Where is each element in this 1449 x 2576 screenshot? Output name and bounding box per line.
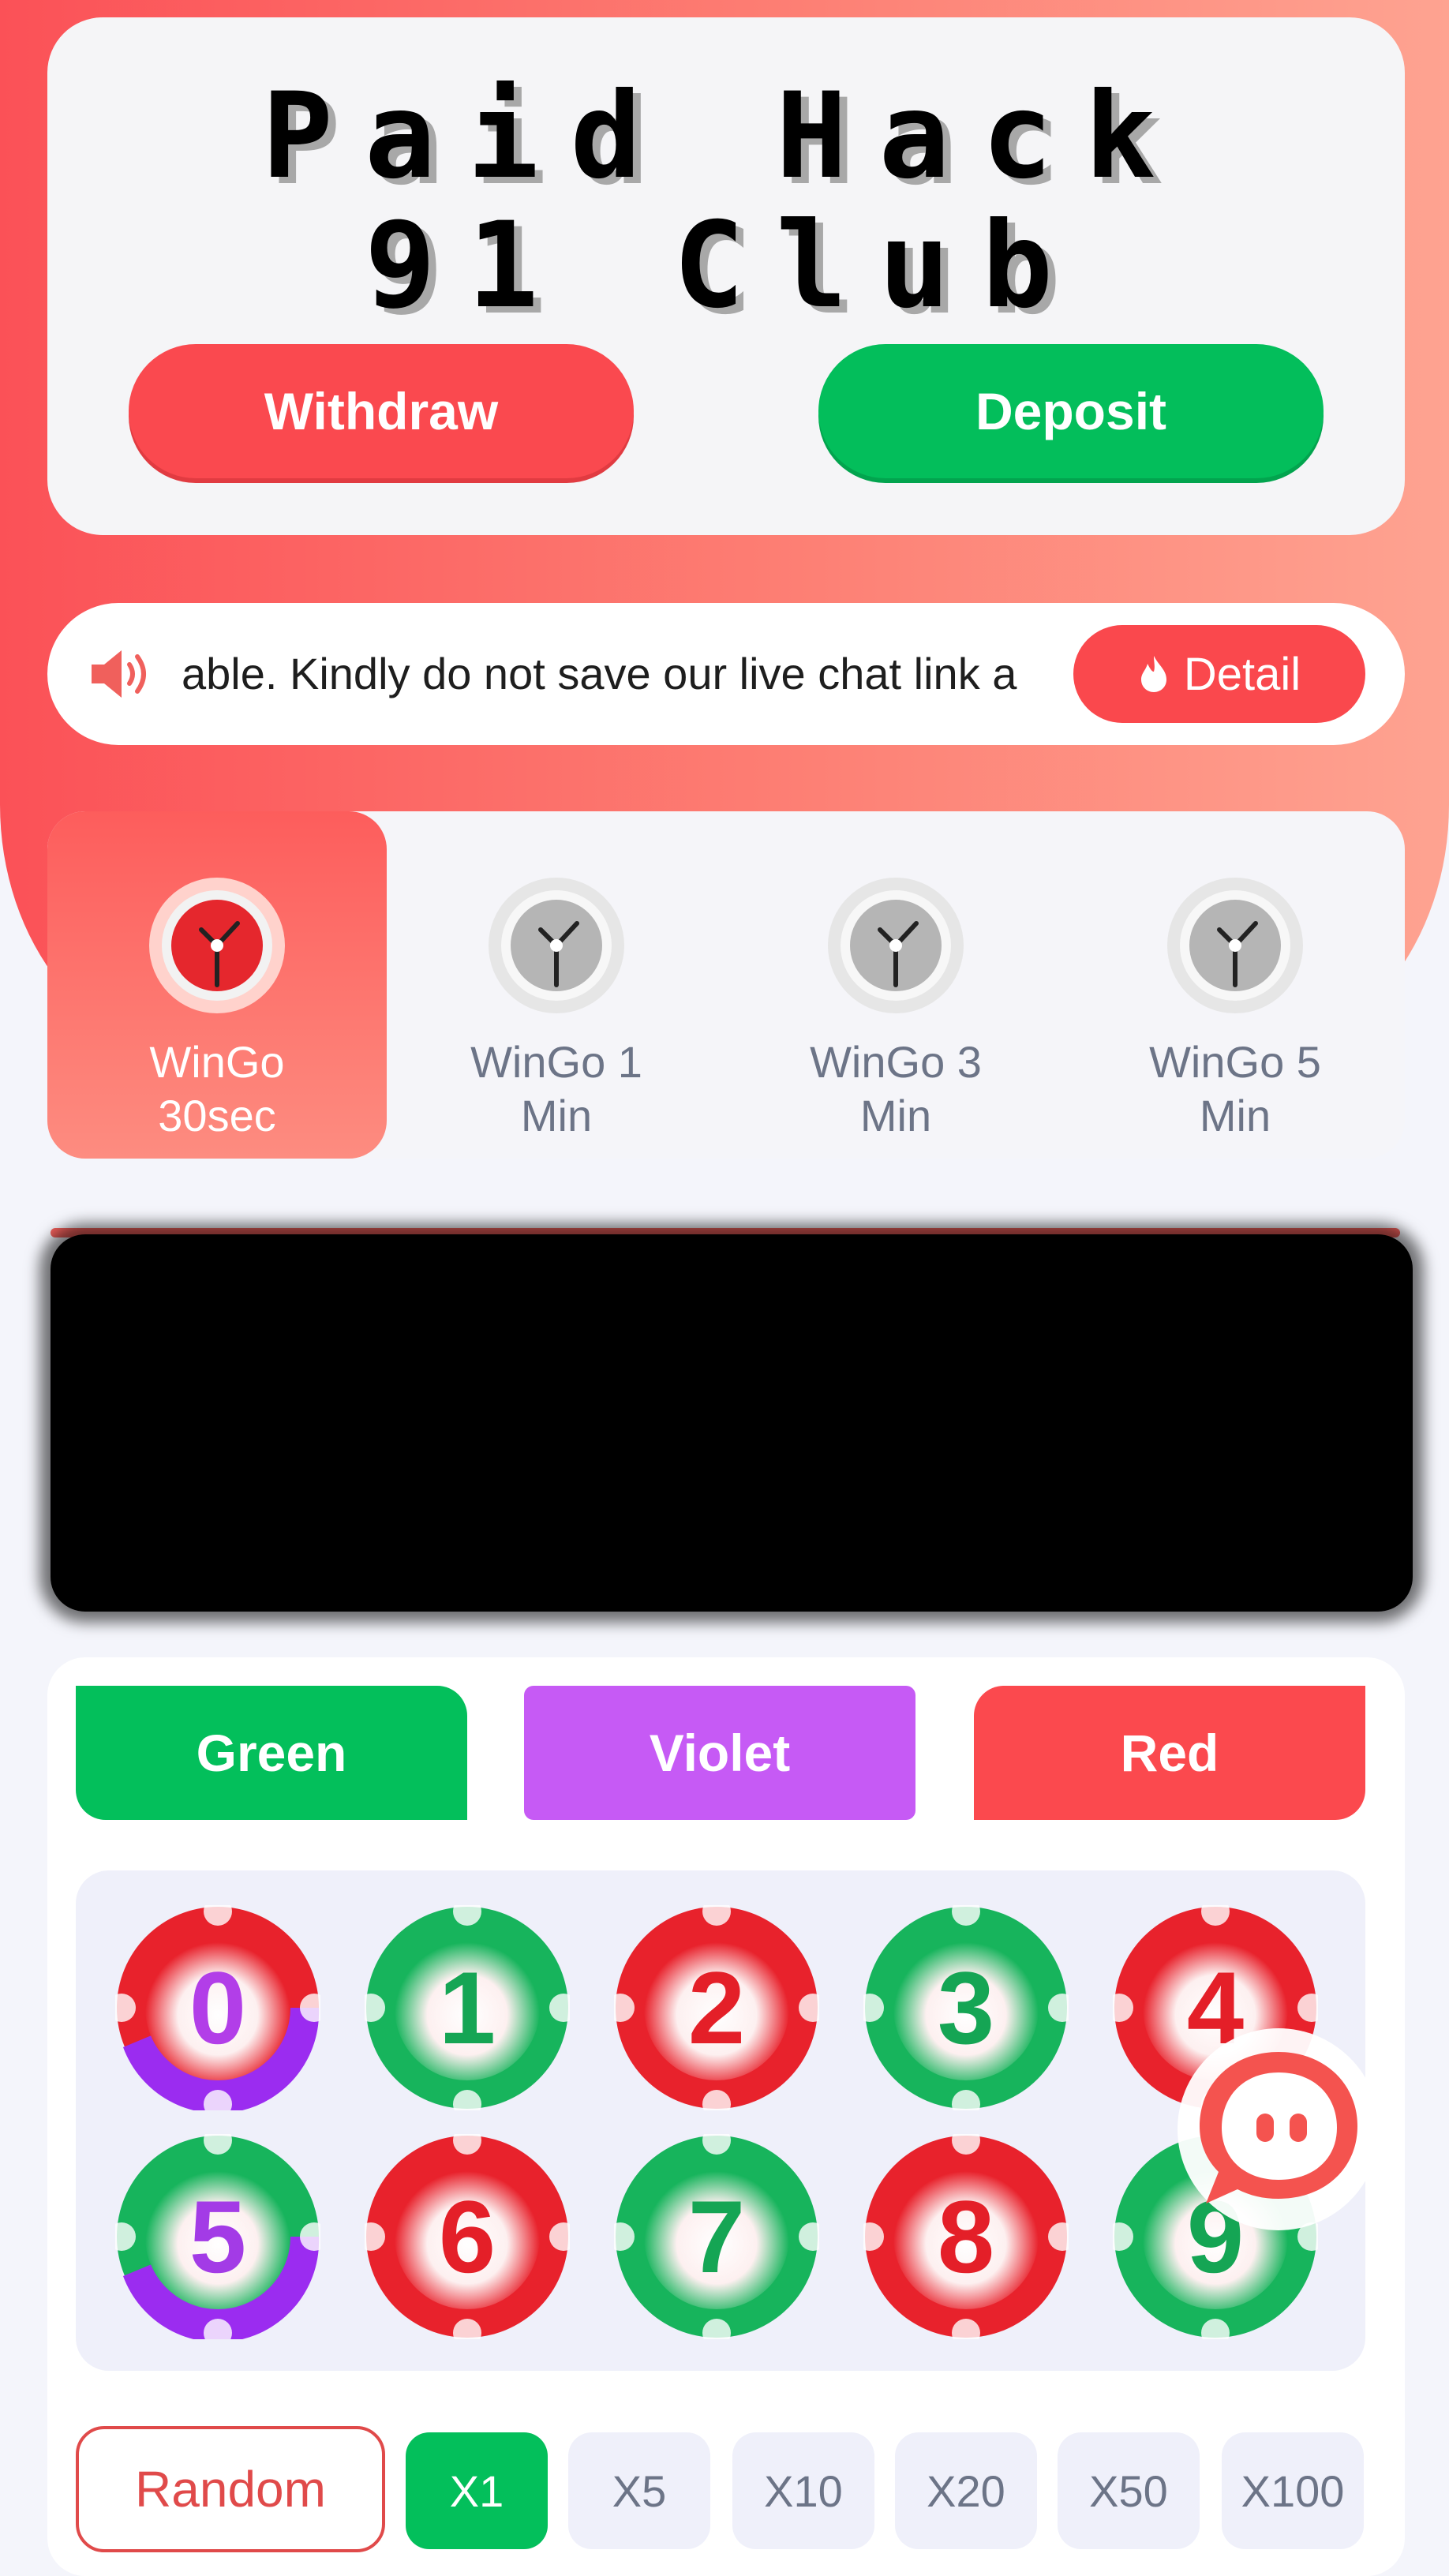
multiplier-x1[interactable]: X1 (406, 2432, 548, 2549)
number-ball-1[interactable]: 1 (357, 1897, 578, 2118)
notice-text: able. Kindly do not save our live chat l… (182, 649, 1017, 698)
bet-violet-button[interactable]: Violet (524, 1686, 915, 1820)
ball-number-label: 8 (937, 2179, 995, 2294)
withdraw-button[interactable]: Withdraw (129, 344, 634, 478)
tab-sublabel: Min (1199, 1091, 1271, 1140)
number-ball-8[interactable]: 8 (856, 2126, 1076, 2347)
ball-number-label: 3 (937, 1950, 995, 2065)
ball-number-label: 5 (189, 2179, 247, 2294)
ball-number-label: 0 (189, 1950, 247, 2065)
tab-label: WinGo (149, 1037, 285, 1087)
tab-sublabel: 30sec (158, 1091, 276, 1140)
ball-number-label: 6 (438, 2179, 496, 2294)
tab-wingo-30sec[interactable]: WinGo 30sec (47, 811, 387, 1159)
bet-green-button[interactable]: Green (76, 1686, 467, 1820)
overlay-title-line2: 91 Club (364, 197, 1085, 335)
tab-sublabel: Min (520, 1091, 593, 1140)
number-ball-5[interactable]: 5 (107, 2126, 328, 2347)
chat-support-icon[interactable] (1174, 2025, 1383, 2233)
multiplier-x5[interactable]: X5 (568, 2432, 710, 2549)
tab-wingo-5min[interactable]: WinGo 5 Min (1065, 811, 1405, 1159)
clock-icon (489, 878, 624, 1013)
tab-wingo-1min[interactable]: WinGo 1 Min (387, 811, 726, 1159)
ball-number-label: 1 (438, 1950, 496, 2065)
clock-icon (828, 878, 964, 1013)
clock-icon (1167, 878, 1303, 1013)
clock-icon (149, 878, 285, 1013)
random-button[interactable]: Random (76, 2426, 385, 2552)
overlay-title-line1: Paid Hack (261, 68, 1188, 205)
number-ball-3[interactable]: 3 (856, 1897, 1076, 2118)
multiplier-x20[interactable]: X20 (895, 2432, 1037, 2549)
fire-icon (1140, 656, 1166, 692)
number-ball-0[interactable]: 0 (107, 1897, 328, 2118)
number-ball-7[interactable]: 7 (606, 2126, 827, 2347)
multiplier-x100[interactable]: X100 (1222, 2432, 1364, 2549)
tab-sublabel: Min (859, 1091, 932, 1140)
number-ball-6[interactable]: 6 (357, 2126, 578, 2347)
game-mode-tabs: WinGo 30sec WinGo 1 Min WinGo 3 Min WinG… (47, 811, 1405, 1159)
detail-label: Detail (1183, 648, 1301, 700)
speaker-icon (92, 650, 146, 698)
ball-number-label: 7 (687, 2179, 746, 2294)
detail-button[interactable]: Detail (1073, 625, 1365, 723)
redacted-timer-panel (51, 1234, 1413, 1612)
deposit-button[interactable]: Deposit (818, 344, 1324, 478)
multiplier-x50[interactable]: X50 (1058, 2432, 1200, 2549)
tab-wingo-3min[interactable]: WinGo 3 Min (726, 811, 1065, 1159)
number-ball-2[interactable]: 2 (606, 1897, 827, 2118)
notice-bar: able. Kindly do not save our live chat l… (47, 603, 1405, 745)
ball-number-label: 2 (687, 1950, 746, 2065)
bet-red-button[interactable]: Red (974, 1686, 1365, 1820)
tab-label: WinGo 3 (810, 1037, 982, 1087)
tab-label: WinGo 5 (1149, 1037, 1321, 1087)
tab-label: WinGo 1 (470, 1037, 642, 1087)
multiplier-x10[interactable]: X10 (732, 2432, 874, 2549)
